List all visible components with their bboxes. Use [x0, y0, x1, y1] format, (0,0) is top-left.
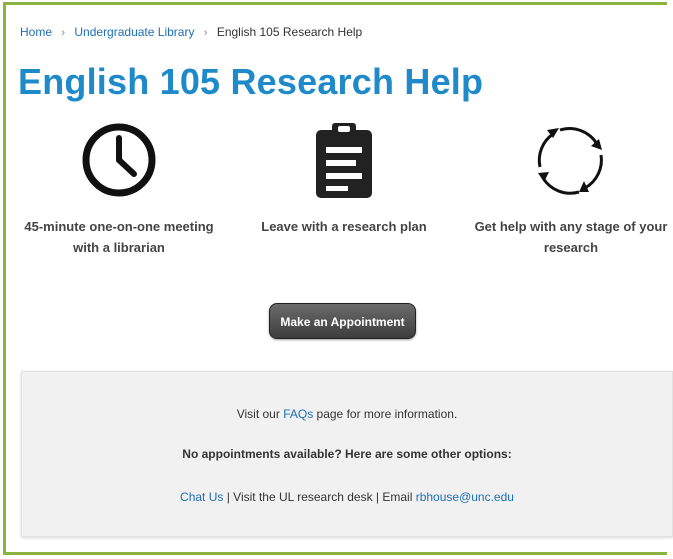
feature-meeting: 45-minute one-on-one meeting with a libr…	[14, 120, 224, 258]
faqs-link[interactable]: FAQs	[283, 407, 313, 421]
breadcrumb-separator: ›	[61, 27, 66, 39]
page-frame: Home › Undergraduate Library › English 1…	[3, 2, 673, 555]
faq-prefix: Visit our	[236, 407, 284, 421]
breadcrumb-home-link[interactable]: Home	[20, 25, 52, 39]
faq-line: Visit our FAQs page for more information…	[22, 407, 672, 421]
breadcrumb: Home › Undergraduate Library › English 1…	[20, 25, 362, 39]
page-title: English 105 Research Help	[18, 61, 484, 102]
breadcrumb-undergraduate-library-link[interactable]: Undergraduate Library	[74, 25, 194, 39]
feature-caption: 45-minute one-on-one meeting with a libr…	[14, 216, 224, 258]
clipboard-icon	[316, 123, 372, 198]
breadcrumb-separator: ›	[203, 27, 208, 39]
breadcrumb-current: English 105 Research Help	[216, 25, 363, 39]
feature-caption-line: research	[543, 240, 599, 255]
chat-us-link[interactable]: Chat Us	[180, 490, 223, 504]
faq-suffix: page for more information.	[313, 407, 458, 421]
feature-any-stage: Get help with any stage of your research	[466, 120, 673, 258]
feature-caption-line: with a librarian	[73, 240, 165, 255]
email-link[interactable]: rbhouse@unc.edu	[416, 490, 514, 504]
contact-options-line: Chat Us | Visit the UL research desk | E…	[22, 490, 672, 504]
feature-caption: Get help with any stage of your research	[466, 216, 673, 258]
no-appointments-heading: No appointments available? Here are some…	[182, 447, 512, 461]
contact-options-text: | Visit the UL research desk | Email	[223, 490, 416, 504]
make-appointment-button[interactable]: Make an Appointment	[269, 303, 416, 339]
feature-research-plan: Leave with a research plan	[249, 120, 439, 237]
feature-caption: Leave with a research plan	[249, 216, 439, 237]
feature-caption-line: 45-minute one-on-one meeting	[24, 219, 214, 234]
feature-caption-line: Get help with any stage of your	[474, 219, 668, 234]
feature-caption-line: Leave with a research plan	[261, 219, 427, 234]
info-panel: Visit our FAQs page for more information…	[21, 371, 673, 537]
clock-icon	[82, 123, 156, 197]
cycle-arrows-icon	[537, 127, 603, 195]
